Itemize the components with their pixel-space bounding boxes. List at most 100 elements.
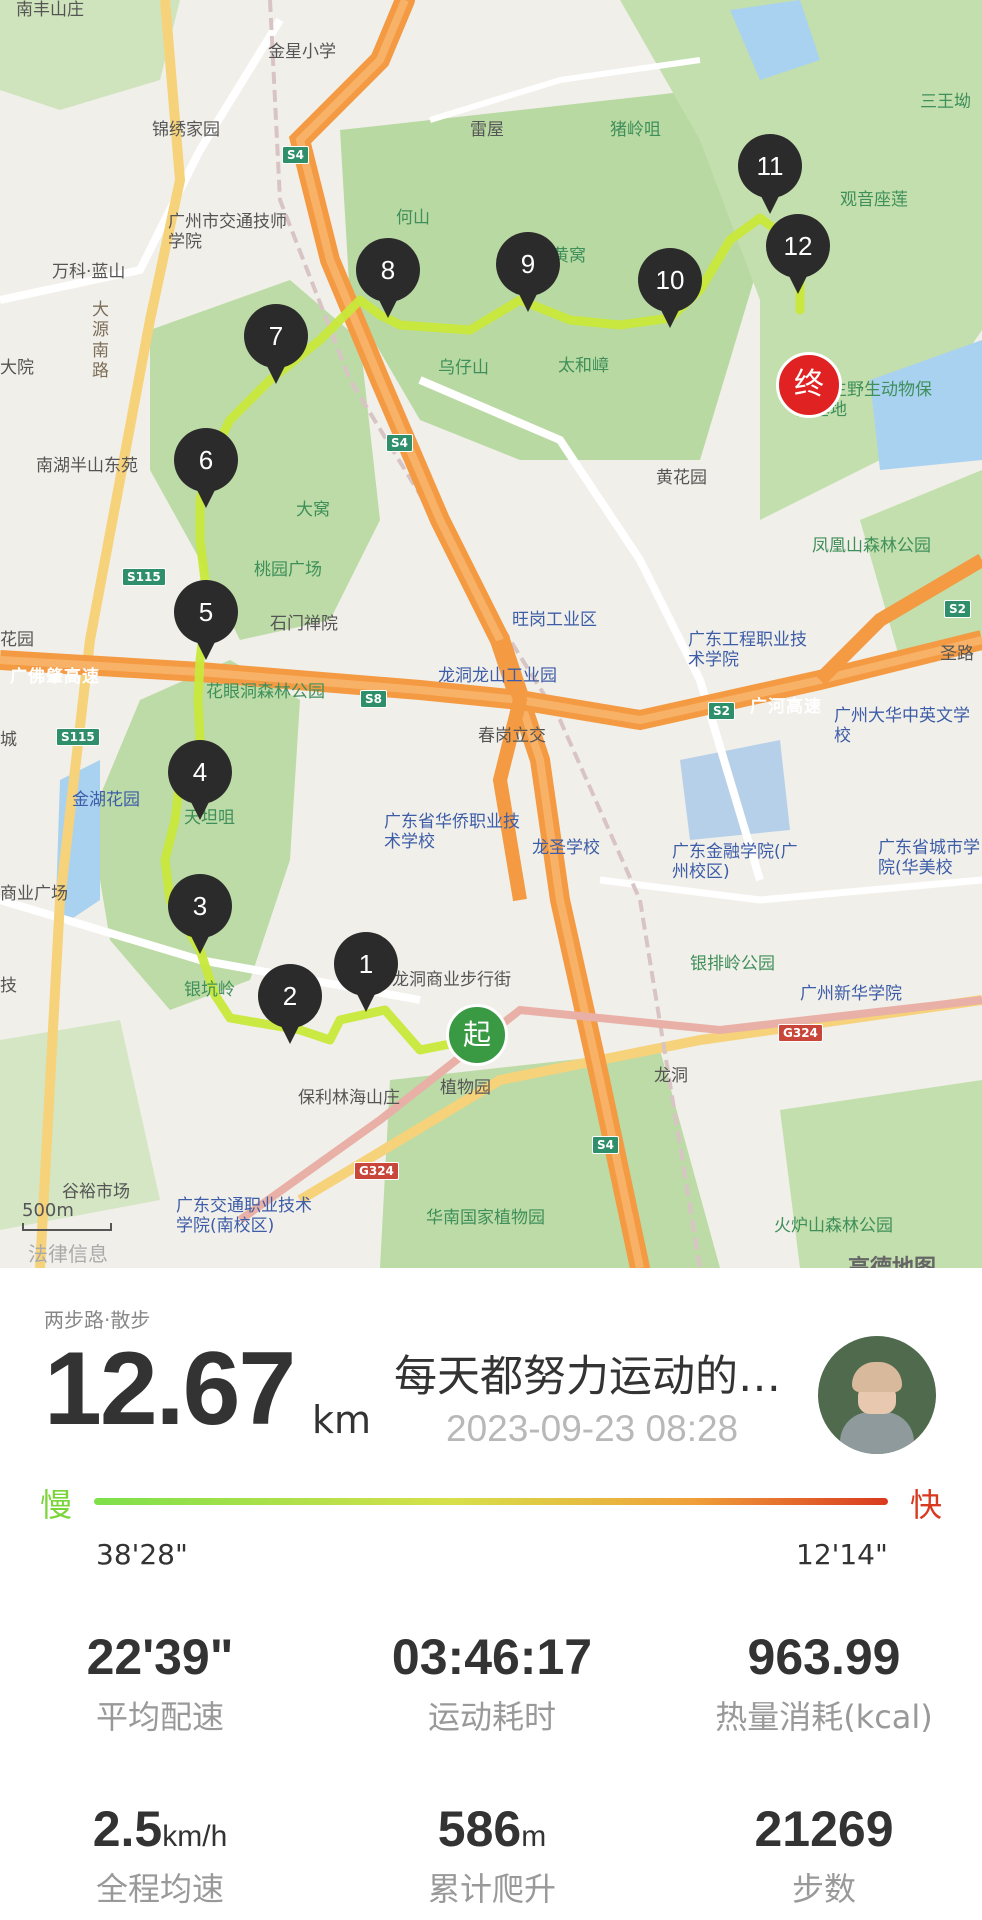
stat-number: 03:46:17 <box>391 1629 593 1685</box>
poi-label: 银排岭公园 <box>690 954 775 974</box>
map-canvas <box>0 0 982 1268</box>
road-name: 广河高速 <box>750 697 822 717</box>
road-tag: S8 <box>360 690 387 708</box>
poi-label: 广东省华侨职业技术学校 <box>384 812 520 853</box>
stat-label: 平均配速 <box>95 1698 224 1736</box>
km-marker[interactable]: 9 <box>496 232 560 314</box>
road-name: 广佛肇高速 <box>10 667 100 687</box>
poi-label: 乌仔山 <box>438 358 489 378</box>
end-marker[interactable]: 终 <box>776 352 842 418</box>
start-marker[interactable]: 起 <box>446 1004 508 1066</box>
poi-label: 龙洞商业步行街 <box>392 970 511 990</box>
fast-label: 快 <box>910 1486 943 1524</box>
road-tag: S4 <box>282 146 309 164</box>
route-map[interactable]: 南丰山庄 金星小学 锦绣家园 广州市交通技师学院 万科·蓝山 大源南路 大院 南… <box>0 0 982 1268</box>
marker-tail <box>185 790 215 820</box>
km-marker[interactable]: 10 <box>638 248 702 330</box>
scale-label: 500m <box>22 1200 74 1221</box>
poi-label: 石门禅院 <box>270 614 338 634</box>
marker-tail <box>275 1014 305 1044</box>
km-marker[interactable]: 1 <box>334 932 398 1014</box>
marker-tail <box>783 264 813 294</box>
poi-label: 广东工程职业技术学院 <box>688 630 807 671</box>
marker-tail <box>351 982 381 1012</box>
avatar[interactable] <box>818 1336 936 1454</box>
poi-label: 雷屋 <box>470 120 504 140</box>
stat-label: 运动耗时 <box>427 1698 556 1736</box>
fastest-pace: 12'14" <box>796 1538 888 1571</box>
poi-label: 春岗立交 <box>478 726 546 746</box>
legal-info-link[interactable]: 法律信息 <box>28 1238 108 1267</box>
stat-avg-speed: 2.5km/h 全程均速 <box>10 1800 310 1910</box>
road-tag: S4 <box>592 1136 619 1154</box>
summary-panel: 两步路·散步 12.67 km 每天都努力运动的… 2023-09-23 08:… <box>0 1270 982 1920</box>
marker-tail <box>655 298 685 328</box>
poi-label: 观音座莲 <box>840 190 908 210</box>
stat-value: 963.99 <box>674 1628 974 1686</box>
poi-label: 金湖花园 <box>72 790 140 810</box>
marker-tail <box>185 924 215 954</box>
poi-label: 广州市交通技师学院 <box>168 212 287 253</box>
poi-label: 龙洞 <box>654 1066 688 1086</box>
stat-label: 步数 <box>791 1870 856 1908</box>
road-tag: S115 <box>56 728 100 746</box>
distance-value: 12.67 <box>44 1331 296 1447</box>
km-marker[interactable]: 5 <box>174 580 238 662</box>
poi-label: 南丰山庄 <box>16 0 84 20</box>
stat-value: 2.5km/h <box>10 1800 310 1858</box>
activity-datetime: 2023-09-23 08:28 <box>446 1408 739 1449</box>
poi-label: 广东金融学院(广州校区) <box>672 842 798 883</box>
stat-number: 22'39" <box>86 1629 234 1685</box>
road-tag: S2 <box>944 600 971 618</box>
marker-tail <box>755 184 785 214</box>
poi-label: 何山 <box>396 208 430 228</box>
poi-label: 保利林海山庄 <box>298 1088 400 1108</box>
scale-bar <box>22 1223 112 1231</box>
stat-label: 全程均速 <box>95 1870 224 1908</box>
poi-label: 黄花园 <box>656 468 707 488</box>
stat-number: 963.99 <box>747 1629 901 1685</box>
km-marker[interactable]: 4 <box>168 740 232 822</box>
marker-tail <box>191 630 221 660</box>
poi-label: 大院 <box>0 358 34 378</box>
marker-tail <box>191 478 221 508</box>
km-marker[interactable]: 3 <box>168 874 232 956</box>
km-marker[interactable]: 7 <box>244 304 308 386</box>
road-tag: S2 <box>708 702 735 720</box>
poi-label: 商业广场 <box>0 884 68 904</box>
app-label: 两步路·散步 <box>44 1308 151 1332</box>
km-marker[interactable]: 2 <box>258 964 322 1046</box>
poi-label: 广州大华中英文学校 <box>834 706 970 747</box>
poi-label: 火炉山森林公园 <box>774 1216 893 1236</box>
avatar-hat <box>852 1362 902 1392</box>
poi-label: 圣路 <box>940 644 974 664</box>
poi-label: 凤凰山森林公园 <box>812 536 931 556</box>
poi-label: 城 <box>0 730 17 750</box>
km-marker[interactable]: 11 <box>738 134 802 216</box>
stat-elevation-gain: 586m 累计爬升 <box>342 1800 642 1910</box>
km-marker[interactable]: 8 <box>356 238 420 320</box>
distance-unit: km <box>312 1398 372 1442</box>
road-tag: G324 <box>778 1024 823 1042</box>
marker-tail <box>513 282 543 312</box>
stat-unit: km/h <box>162 1820 228 1853</box>
poi-label: 金星小学 <box>268 42 336 62</box>
marker-tail <box>261 354 291 384</box>
road-tag: G324 <box>354 1162 399 1180</box>
poi-label: 桃园广场 <box>254 560 322 580</box>
km-marker[interactable]: 6 <box>174 428 238 510</box>
km-marker[interactable]: 12 <box>766 214 830 296</box>
stat-number: 2.5 <box>92 1801 163 1857</box>
poi-label: 太和嶂 <box>558 356 609 376</box>
poi-label: 银坑岭 <box>184 980 235 1000</box>
stat-avg-pace: 22'39" 平均配速 <box>10 1628 310 1738</box>
avatar-body <box>840 1412 914 1454</box>
poi-label: 花园 <box>0 630 34 650</box>
poi-label: 大源南路 <box>92 300 109 382</box>
slow-label: 慢 <box>40 1486 73 1524</box>
road-tag: S115 <box>122 568 166 586</box>
stat-value: 22'39" <box>10 1628 310 1686</box>
marker-tail <box>373 288 403 318</box>
poi-label: 花眼洞森林公园 <box>206 682 325 702</box>
poi-label: 南湖半山东苑 <box>36 456 138 476</box>
